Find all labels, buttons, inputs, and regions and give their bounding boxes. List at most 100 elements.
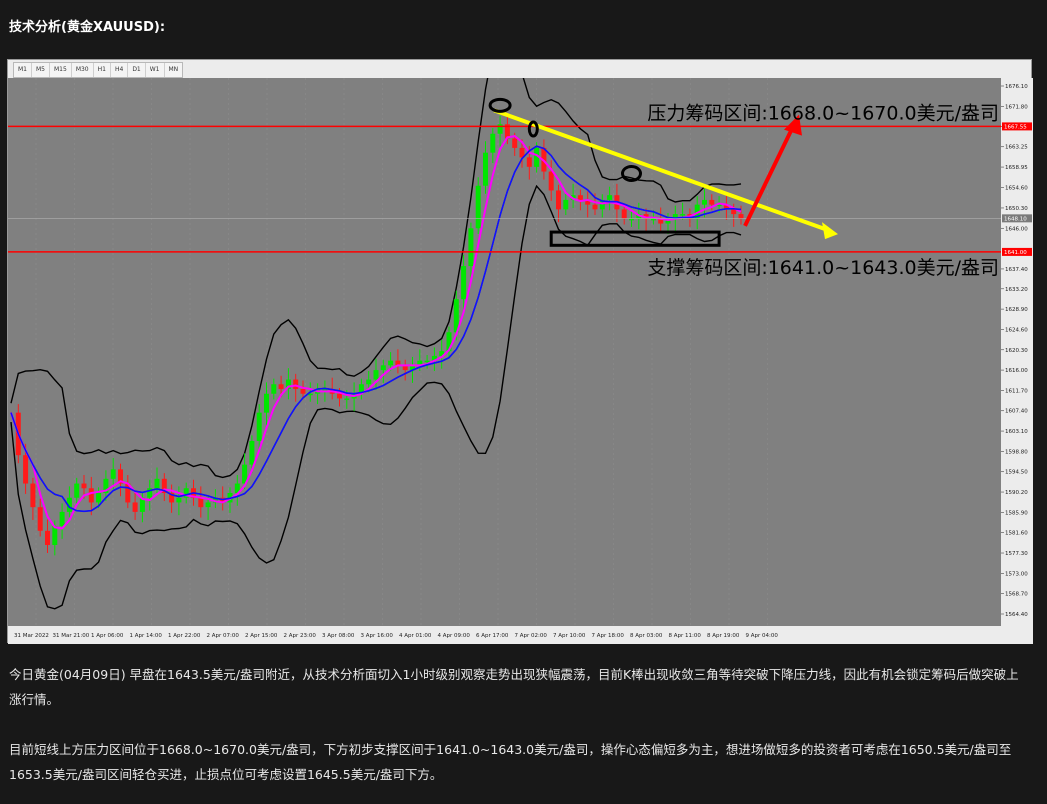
candle-body <box>702 199 707 205</box>
candle-body <box>278 384 284 389</box>
section-heading: 技术分析(黄金XAUUSD): <box>9 20 166 35</box>
time-tick-label: 7 Apr 18:00 <box>592 633 625 639</box>
candle-body <box>30 483 36 508</box>
price-tick-label: 1581.60 <box>1005 531 1028 537</box>
candle-body <box>526 157 532 167</box>
candle-body <box>23 455 29 484</box>
price-tick-label: 1607.40 <box>1005 409 1028 415</box>
time-tick-label: 8 Apr 11:00 <box>669 633 702 639</box>
candle-body <box>264 393 269 413</box>
candle-body <box>271 384 277 394</box>
candle-body <box>388 360 394 366</box>
candle-body <box>205 502 211 508</box>
price-tick-label: 1616.00 <box>1005 368 1028 374</box>
time-tick-label: 7 Apr 10:00 <box>553 633 586 639</box>
candle-body <box>37 507 43 531</box>
candle-body <box>563 199 569 210</box>
timeframe-toolbar: M1 M5 M15 M30 H1 H4 D1 W1 MN <box>13 62 184 78</box>
price-axis-panel <box>1001 78 1033 644</box>
candle-body <box>176 497 182 503</box>
candle-body <box>249 440 255 465</box>
candle-body <box>154 478 160 489</box>
time-tick-label: 2 Apr 15:00 <box>245 633 278 639</box>
price-tick-label: 1646.00 <box>1005 226 1028 232</box>
timeframe-m15-button[interactable]: M15 <box>50 63 72 77</box>
timeframe-m30-button[interactable]: M30 <box>72 63 94 77</box>
candle-body <box>59 511 65 527</box>
time-tick-label: 4 Apr 01:00 <box>399 633 432 639</box>
price-tick-label: 1620.30 <box>1005 348 1028 354</box>
candle-body <box>88 488 94 503</box>
time-tick-label: 8 Apr 03:00 <box>630 633 663 639</box>
price-tick-label: 1598.80 <box>1005 449 1028 455</box>
candle-body <box>548 171 554 191</box>
price-tick-label: 1577.30 <box>1005 551 1028 557</box>
time-tick-label: 2 Apr 07:00 <box>207 633 240 639</box>
timeframe-h1-button[interactable]: H1 <box>94 63 111 77</box>
support-price-tag: 1641.00 <box>1004 250 1027 256</box>
analysis-paragraph-2: 目前短线上方压力区间位于1668.0~1670.0美元/盎司，下方初步支撑区间于… <box>9 742 1012 782</box>
analysis-paragraph-1: 今日黄金(04月09日) 早盘在1643.5美元/盎司附近，从技术分析面切入1小… <box>9 667 1019 707</box>
candle-body <box>475 185 481 229</box>
candle-body <box>74 483 80 498</box>
time-tick-label: 9 Apr 04:00 <box>746 633 779 639</box>
candle-body <box>424 360 430 363</box>
time-tick-label: 3 Apr 08:00 <box>322 633 355 639</box>
candle-body <box>81 483 87 489</box>
price-tick-label: 1573.00 <box>1005 571 1028 577</box>
candle-body <box>461 266 467 300</box>
plot-area <box>8 78 1001 626</box>
time-tick-label: 7 Apr 02:00 <box>515 633 548 639</box>
price-tick-label: 1628.90 <box>1005 307 1028 313</box>
candle-body <box>373 370 379 380</box>
candle-body <box>709 199 715 205</box>
price-tick-label: 1671.80 <box>1005 104 1028 110</box>
candle-body <box>110 469 116 479</box>
candle-body <box>132 502 138 512</box>
price-tick-label: 1624.60 <box>1005 327 1028 333</box>
time-tick-label: 31 Mar 21:00 <box>53 633 90 639</box>
price-tick-label: 1637.40 <box>1005 267 1028 273</box>
candle-body <box>45 530 50 545</box>
time-tick-label: 6 Apr 17:00 <box>476 633 509 639</box>
candle-body <box>577 195 583 200</box>
candle-body <box>344 398 350 400</box>
candle-body <box>256 412 262 441</box>
candle-body <box>556 190 561 210</box>
trading-chart-window: M1 M5 M15 M30 H1 H4 D1 W1 MN 1676.10 1671… <box>7 59 1033 644</box>
price-tick-label: 1603.10 <box>1005 429 1028 435</box>
price-tick-label: 1590.20 <box>1005 490 1028 496</box>
candle-body <box>52 526 58 545</box>
candle-body <box>650 218 656 221</box>
timeframe-m1-button[interactable]: M1 <box>14 63 32 77</box>
candle-body <box>198 497 204 508</box>
candle-body <box>300 388 306 394</box>
current-price-tag: 1648.10 <box>1004 216 1027 222</box>
candle-body <box>592 204 598 210</box>
time-tick-label: 31 Mar 2022 <box>14 633 49 639</box>
time-tick-label: 1 Apr 06:00 <box>91 633 124 639</box>
price-tick-label: 1663.25 <box>1005 145 1028 151</box>
candle-body <box>468 228 474 267</box>
candle-body <box>629 218 634 221</box>
price-tick-label: 1585.90 <box>1005 510 1028 516</box>
candle-body <box>512 138 518 148</box>
timeframe-mn-button[interactable]: MN <box>165 63 183 77</box>
price-chart[interactable]: 1676.10 1671.80 1667.55 1663.25 1658.95 1654.… <box>8 78 1033 644</box>
price-tick-label: 1676.10 <box>1005 84 1028 90</box>
resistance-zone-label: 压力筹码区间:1668.0~1670.0美元/盎司 <box>647 102 999 124</box>
price-tick-label: 1633.20 <box>1005 287 1028 293</box>
price-tick-label: 1568.70 <box>1005 592 1028 598</box>
timeframe-w1-button[interactable]: W1 <box>146 63 165 77</box>
timeframe-d1-button[interactable]: D1 <box>128 63 146 77</box>
candle-body <box>337 393 342 399</box>
timeframe-h4-button[interactable]: H4 <box>111 63 129 77</box>
price-tick-label: 1650.30 <box>1005 206 1028 212</box>
time-tick-label: 4 Apr 09:00 <box>438 633 471 639</box>
price-tick-label: 1564.40 <box>1005 612 1028 618</box>
time-tick-label: 1 Apr 22:00 <box>168 633 201 639</box>
timeframe-m5-button[interactable]: M5 <box>32 63 50 77</box>
candle-body <box>621 209 627 219</box>
time-tick-label: 8 Apr 19:00 <box>707 633 740 639</box>
support-zone-label: 支撑筹码区间:1641.0~1643.0美元/盎司 <box>647 257 999 279</box>
